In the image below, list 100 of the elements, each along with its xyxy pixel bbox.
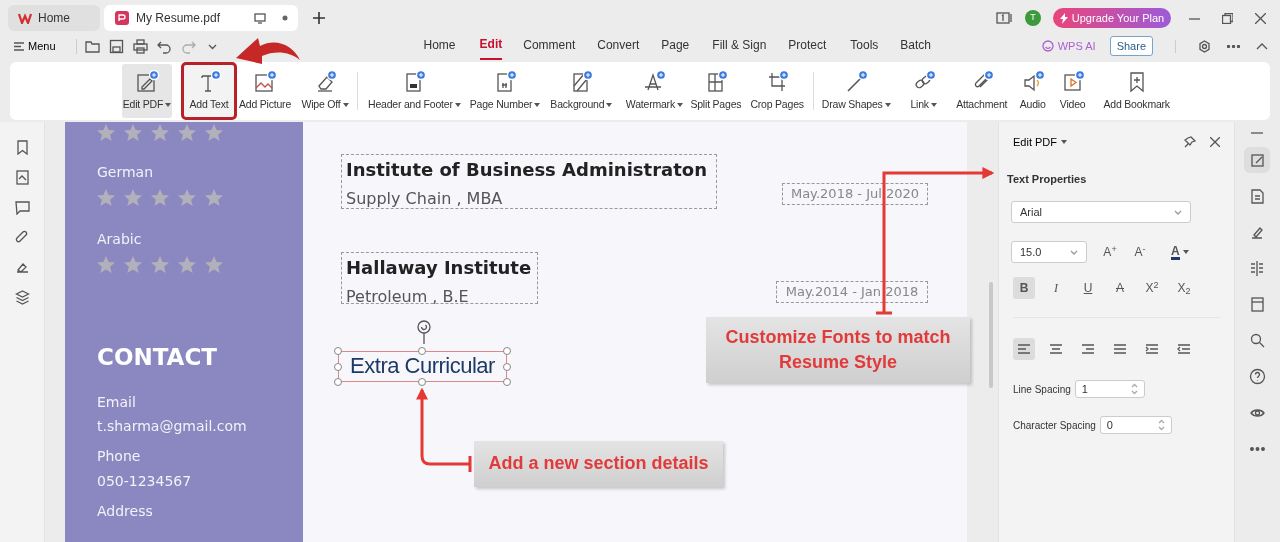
document-icon[interactable]: [1248, 188, 1266, 205]
menu-tab[interactable]: Batch: [900, 33, 932, 59]
section-title: Text Properties: [1007, 171, 1088, 187]
ribbon-button[interactable]: Draw Shapes: [821, 64, 891, 118]
star-icon: [151, 124, 169, 142]
ribbon-button[interactable]: Add Bookmark: [1102, 64, 1171, 118]
layers-icon[interactable]: [14, 290, 30, 305]
chevron-down-icon: [1070, 249, 1078, 255]
star-icon: [205, 256, 223, 274]
ribbon-button[interactable]: Wipe Off: [300, 64, 350, 118]
menu-tab[interactable]: Edit: [479, 32, 503, 60]
menu-tab[interactable]: Page: [661, 33, 690, 59]
star-icon: [97, 189, 115, 207]
star-icon: [124, 189, 142, 207]
size-select[interactable]: 15.0: [1011, 241, 1087, 263]
panel-title[interactable]: Edit PDF: [1013, 134, 1067, 151]
justify-icon: [1113, 343, 1127, 355]
ribbon-button[interactable]: Edit PDF: [122, 64, 172, 118]
comment-icon[interactable]: [14, 200, 30, 215]
more-icon[interactable]: [1227, 44, 1240, 48]
new-tab-icon[interactable]: [312, 11, 326, 25]
ribbon-button[interactable]: Attachment: [954, 64, 1009, 118]
folder-icon[interactable]: [84, 38, 100, 54]
rotate-handle-icon[interactable]: [417, 320, 431, 344]
logo-icon: [18, 12, 32, 24]
save-icon[interactable]: [108, 38, 124, 54]
upgrade-button[interactable]: Upgrade Your Plan: [1053, 8, 1171, 28]
ribbon-button[interactable]: Split Pages: [688, 64, 744, 118]
font-select[interactable]: Arial: [1011, 201, 1191, 223]
pin-icon[interactable]: [1184, 136, 1196, 149]
text-block[interactable]: Hallaway Institute Petroleum , B.E: [341, 252, 538, 304]
callout-text: Add a new section details: [474, 441, 723, 487]
bookmark-icon[interactable]: [14, 140, 30, 155]
file-tab[interactable]: My Resume.pdf: [104, 5, 298, 31]
menu-tab[interactable]: Protect: [788, 33, 827, 59]
scrollbar[interactable]: [989, 282, 993, 388]
font-color-button[interactable]: A: [1171, 241, 1201, 263]
restore-icon[interactable]: [1222, 12, 1233, 24]
monitor-icon: [254, 12, 266, 24]
star-icon: [178, 256, 196, 274]
spinner-icon: [1157, 419, 1165, 431]
split-icon[interactable]: [1248, 260, 1266, 277]
contact-value: 050-1234567: [97, 473, 193, 490]
curved-arrow: [236, 38, 300, 64]
caret-icon: [342, 102, 349, 107]
help-icon[interactable]: [1248, 368, 1266, 385]
menu-tab[interactable]: Home: [423, 33, 456, 59]
format-button[interactable]: A: [1109, 277, 1131, 299]
format-button[interactable]: B: [1013, 277, 1035, 299]
ribbon-button[interactable]: Video: [1058, 64, 1087, 118]
ribbon-button[interactable]: Watermark: [625, 64, 684, 118]
ribbon-button[interactable]: Header and Footer: [368, 64, 461, 118]
decrease-font-button[interactable]: A$^{-}$: [1129, 241, 1151, 263]
file-tab[interactable]: Home: [8, 5, 100, 31]
ribbon-button[interactable]: Link: [908, 64, 939, 118]
menu-tab[interactable]: Fill & Sign: [712, 33, 767, 59]
star-icon: [97, 256, 115, 274]
paperclip-icon[interactable]: [14, 230, 30, 245]
contact-label: Email: [97, 393, 137, 411]
text-block[interactable]: Institute of Business Administraton Supply Chain , MBA: [341, 154, 717, 209]
search-icon[interactable]: [1248, 332, 1266, 349]
format-button[interactable]: I: [1045, 277, 1067, 299]
close-icon[interactable]: [1255, 12, 1266, 24]
close-icon[interactable]: [1210, 137, 1220, 148]
format-button[interactable]: X$^{2}$: [1141, 277, 1163, 299]
image-icon: [253, 69, 277, 94]
format-button[interactable]: U: [1077, 277, 1099, 299]
edit-icon[interactable]: [1248, 151, 1266, 169]
caret-icon: [930, 102, 937, 107]
caret-icon: [454, 102, 461, 107]
print-icon[interactable]: [132, 38, 148, 54]
ribbon-button[interactable]: Add Picture: [238, 64, 292, 118]
menu-tab[interactable]: Convert: [597, 33, 640, 59]
menu-tab[interactable]: Tools: [850, 33, 879, 59]
star-icon: [205, 124, 223, 142]
ribbon-button[interactable]: Crop Pages: [750, 64, 804, 118]
format-button[interactable]: X$_{2}$: [1173, 277, 1195, 299]
edit-icon: [135, 69, 159, 94]
ribbon-button[interactable]: Audio: [1018, 64, 1047, 118]
thumbnail-icon[interactable]: [14, 170, 30, 185]
caret-icon: [676, 102, 683, 107]
minus-icon[interactable]: [1250, 130, 1264, 136]
menu-tab[interactable]: Comment: [523, 33, 576, 59]
increase-font-button[interactable]: A$^{+}$: [1099, 241, 1121, 263]
page-count-icon: [996, 12, 1012, 24]
alignment-button[interactable]: [1013, 338, 1035, 360]
menu-button[interactable]: Menu: [14, 37, 56, 55]
indent-icon: [1145, 343, 1159, 355]
star-icon: [178, 124, 196, 142]
avatar[interactable]: T: [1025, 10, 1041, 26]
ribbon-button[interactable]: Add Text: [183, 64, 235, 118]
number-field[interactable]: 1: [1074, 380, 1145, 398]
page-icon[interactable]: [1248, 296, 1266, 313]
collapse-icon[interactable]: [1256, 42, 1268, 50]
ribbon-button[interactable]: Page Number: [469, 64, 541, 118]
share-button[interactable]: Share: [1109, 35, 1153, 57]
institution-name: Hallaway Institute: [346, 256, 533, 280]
settings-icon[interactable]: [1198, 39, 1211, 53]
number-field[interactable]: 0: [1099, 416, 1172, 434]
ribbon-button[interactable]: Background: [550, 64, 613, 118]
